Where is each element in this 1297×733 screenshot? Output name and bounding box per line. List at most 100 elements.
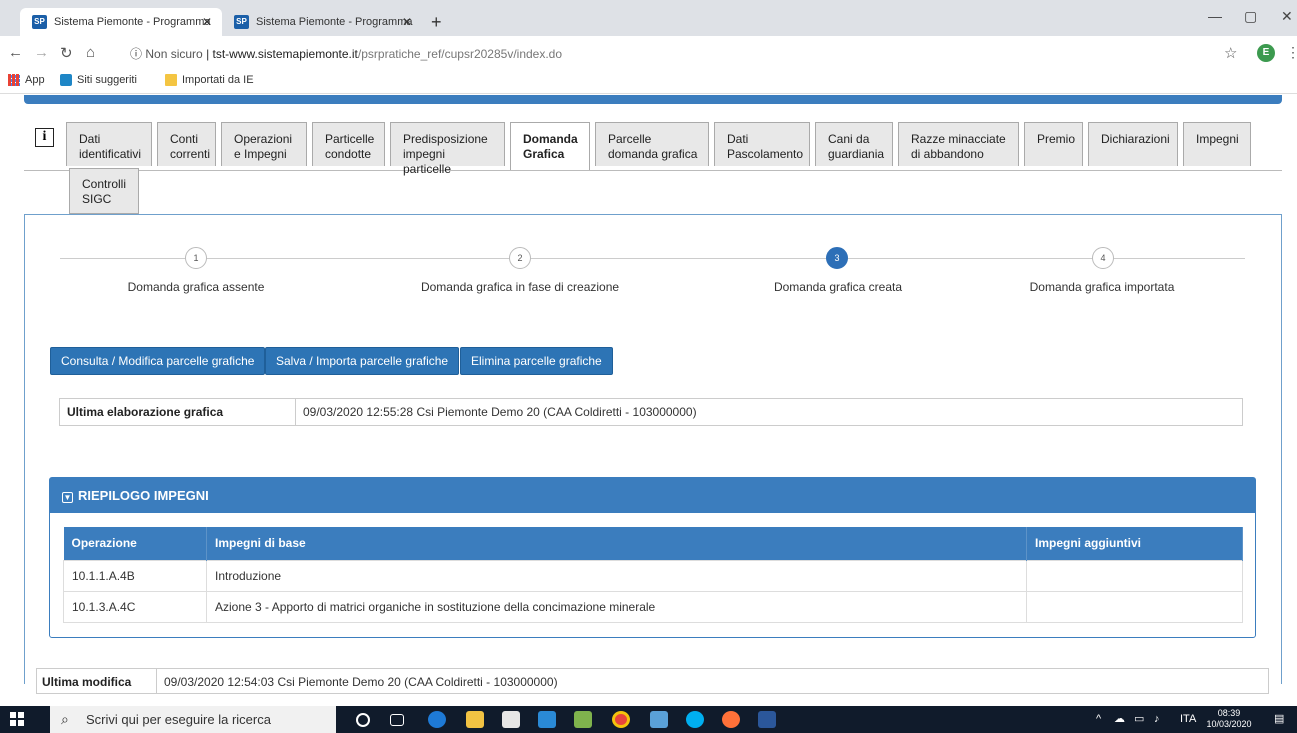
column-header-operazione: Operazione: [63, 527, 207, 560]
consulta-modifica-button[interactable]: Consulta / Modifica parcelle grafiche: [50, 347, 266, 375]
volume-icon[interactable]: ♪: [1154, 706, 1160, 733]
bookmark-importati-ie[interactable]: Importati da IE: [165, 74, 254, 86]
bookmark-siti-suggeriti[interactable]: Siti suggeriti: [60, 74, 137, 86]
language-indicator[interactable]: ITA: [1180, 706, 1196, 733]
task-view-icon[interactable]: [390, 714, 404, 726]
chrome-icon[interactable]: [612, 711, 630, 728]
back-icon[interactable]: ←: [8, 44, 23, 61]
step-3-indicator: 3: [826, 247, 848, 269]
step-3-label: Domanda grafica creata: [773, 280, 903, 294]
riepilogo-impegni-title: RIEPILOGO IMPEGNI: [78, 488, 209, 503]
firefox-icon[interactable]: [722, 711, 740, 728]
tray-chevron-icon[interactable]: ^: [1096, 706, 1101, 733]
ultima-modifica-value: 09/03/2020 12:54:03 Csi Piemonte Demo 20…: [164, 675, 558, 689]
notification-icon[interactable]: ▤: [1274, 706, 1284, 733]
browser-tab-title: Sistema Piemonte - Programma: [54, 16, 211, 28]
battery-icon[interactable]: ▭: [1134, 706, 1144, 733]
forward-icon[interactable]: →: [34, 44, 49, 61]
network-icon[interactable]: ☁: [1114, 706, 1125, 733]
ultima-modifica-row: Ultima modifica 09/03/2020 12:54:03 Csi …: [36, 668, 1269, 694]
bing-icon: [60, 74, 72, 86]
cell-operazione: 10.1.1.A.4B: [63, 559, 207, 592]
step-2-label: Domanda grafica in fase di creazione: [420, 280, 620, 294]
close-tab-icon[interactable]: ✕: [202, 8, 212, 36]
maximize-icon[interactable]: ▢: [1244, 8, 1257, 25]
tab-domanda-grafica[interactable]: Domanda Grafica: [510, 122, 590, 170]
file-explorer-icon[interactable]: [466, 711, 484, 728]
windows-start-icon[interactable]: [10, 712, 24, 726]
browser-tab-bar: SP Sistema Piemonte - Programma ✕ SP Sis…: [0, 0, 1297, 36]
sp-favicon-icon: SP: [32, 15, 47, 29]
store-icon[interactable]: [502, 711, 520, 728]
tab-controlli-sigc[interactable]: Controlli SIGC: [69, 168, 139, 214]
tab-premio[interactable]: Premio: [1024, 122, 1083, 166]
bookmark-star-icon[interactable]: ☆: [1224, 44, 1237, 62]
url-host: tst-www.sistemapiemonte.it: [212, 47, 358, 61]
step-2-indicator: 2: [509, 247, 531, 269]
stepper-line: [60, 258, 1245, 259]
ultima-modifica-label: Ultima modifica: [42, 675, 132, 689]
system-clock[interactable]: 08:39 10/03/2020: [1206, 708, 1252, 730]
cell-impegni-base: Introduzione: [206, 559, 1027, 592]
word-icon[interactable]: [758, 711, 776, 728]
tab-impegni[interactable]: Impegni: [1183, 122, 1251, 166]
tabs-divider: [24, 170, 1282, 171]
tab-dichiarazioni[interactable]: Dichiarazioni: [1088, 122, 1178, 166]
tab-razze-minacciate[interactable]: Razze minacciate di abbandono: [898, 122, 1019, 166]
browser-tab-2[interactable]: SP Sistema Piemonte - Programma ✕: [222, 8, 422, 36]
cortana-icon[interactable]: [356, 713, 370, 727]
photo-app-icon[interactable]: [574, 711, 592, 728]
close-tab-icon[interactable]: ✕: [402, 8, 412, 36]
tab-predisposizione-impegni[interactable]: Predisposizione impegni particelle: [390, 122, 505, 176]
mail-icon[interactable]: [538, 711, 556, 728]
step-4-label: Domanda grafica importata: [1029, 280, 1175, 294]
elimina-parcelle-button[interactable]: Elimina parcelle grafiche: [460, 347, 613, 375]
close-window-icon[interactable]: ✕: [1281, 8, 1293, 25]
new-tab-icon[interactable]: +: [431, 12, 442, 33]
home-icon[interactable]: ⌂: [86, 44, 95, 61]
tab-cani-da-guardiania[interactable]: Cani da guardiania: [815, 122, 893, 166]
column-header-impegni-aggiuntivi: Impegni aggiuntivi: [1026, 527, 1243, 560]
riepilogo-impegni-panel: ▼ RIEPILOGO IMPEGNI Operazione Impegni di…: [49, 477, 1256, 638]
cell-impegni-aggiuntivi: [1026, 559, 1243, 592]
cell-impegni-aggiuntivi: [1026, 590, 1243, 623]
step-1-indicator: 1: [185, 247, 207, 269]
windows-taskbar: ⌕ Scrivi qui per eseguire la ricerca ^ ☁…: [0, 706, 1297, 733]
ultima-elaborazione-value: 09/03/2020 12:55:28 Csi Piemonte Demo 20…: [303, 405, 697, 419]
riepilogo-impegni-header[interactable]: ▼ RIEPILOGO IMPEGNI: [50, 478, 1255, 513]
tab-parcelle-domanda-grafica[interactable]: Parcelle domanda grafica: [595, 122, 709, 166]
reload-icon[interactable]: ↻: [60, 44, 73, 62]
tab-dati-pascolamento[interactable]: Dati Pascolamento: [714, 122, 810, 166]
tab-operazioni-impegni[interactable]: Operazioni e Impegni: [221, 122, 307, 166]
profile-avatar[interactable]: E: [1257, 44, 1275, 62]
bookmark-app[interactable]: App: [8, 74, 45, 86]
tab-particelle-condotte[interactable]: Particelle condotte: [312, 122, 385, 166]
step-4-indicator: 4: [1092, 247, 1114, 269]
tab-dati-identificativi[interactable]: Dati identificativi: [66, 122, 152, 166]
ultima-elaborazione-label: Ultima elaborazione grafica: [67, 405, 224, 419]
info-icon[interactable]: i: [35, 128, 54, 147]
skype-icon[interactable]: [686, 711, 704, 728]
app-icon[interactable]: [650, 711, 668, 728]
salva-importa-button[interactable]: Salva / Importa parcelle grafiche: [265, 347, 460, 375]
browser-tab-title: Sistema Piemonte - Programma: [256, 16, 413, 28]
bookmarks-bar: App Siti suggeriti Importati da IE: [0, 70, 1297, 94]
menu-icon[interactable]: ⋮: [1286, 44, 1297, 61]
column-header-impegni-base: Impegni di base: [206, 527, 1027, 560]
minimize-icon[interactable]: —: [1208, 8, 1222, 24]
sp-favicon-icon: SP: [234, 15, 249, 29]
taskbar-search-input[interactable]: ⌕ Scrivi qui per eseguire la ricerca: [50, 706, 336, 733]
step-1-label: Domanda grafica assente: [127, 280, 265, 294]
browser-tab-1[interactable]: SP Sistema Piemonte - Programma ✕: [20, 8, 222, 36]
folder-icon: [165, 74, 177, 86]
search-icon: ⌕: [61, 711, 69, 727]
edge-icon[interactable]: [428, 711, 446, 728]
cell-impegni-base: Azione 3 - Apporto di matrici organiche …: [206, 590, 1027, 623]
info-icon[interactable]: ⓘ: [130, 47, 142, 61]
page-header-band: [24, 95, 1282, 104]
url-input[interactable]: ⓘ Non sicuro | tst-www.sistemapiemonte.i…: [130, 42, 1270, 66]
table-row: 10.1.3.A.4C Azione 3 - Apporto di matric…: [63, 590, 1243, 623]
apps-grid-icon: [8, 74, 20, 86]
collapse-icon[interactable]: ▼: [62, 492, 73, 503]
tab-conti-correnti[interactable]: Conti correnti: [157, 122, 216, 166]
